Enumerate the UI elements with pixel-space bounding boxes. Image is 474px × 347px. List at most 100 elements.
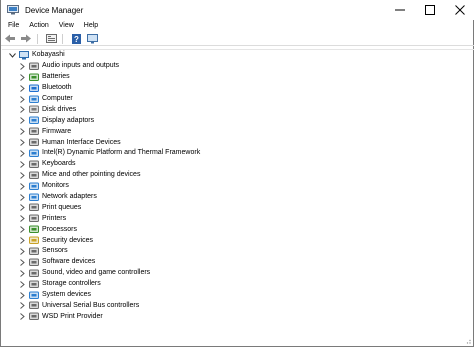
expand-chevron-icon[interactable] [18,215,26,223]
tree-item[interactable]: Processors [2,224,474,235]
help-icon: ? [71,33,81,44]
tree-item[interactable]: Intel(R) Dynamic Platform and Thermal Fr… [2,148,474,159]
expand-chevron-icon[interactable] [18,258,26,266]
expand-chevron-icon[interactable] [18,139,26,147]
tree-item-label: Disk drives [42,105,77,113]
tree-item[interactable]: Print queues [2,202,474,213]
expand-chevron-icon[interactable] [18,226,26,234]
maximize-icon [425,5,435,15]
tree-item[interactable]: Bluetooth [2,83,474,94]
tree-item[interactable]: Storage controllers [2,279,474,290]
tree-item[interactable]: Network adapters [2,192,474,203]
disk-drive-icon [29,105,39,114]
tree-item[interactable]: Computer [2,94,474,105]
tree-item[interactable]: Security devices [2,235,474,246]
tree-item-label: Human Interface Devices [42,138,121,146]
help-button[interactable]: ? [69,33,83,45]
expand-chevron-icon[interactable] [18,204,26,212]
usb-icon [29,301,39,310]
tree-items: Audio inputs and outputs Batteries Bluetoo… [2,61,474,322]
expand-chevron-icon[interactable] [18,237,26,245]
expand-chevron-icon[interactable] [18,269,26,277]
toolbar-separator [62,33,63,44]
expand-chevron-icon[interactable] [18,313,26,321]
tree-item-label: Network adapters [42,193,97,201]
window-controls [385,0,474,20]
expand-chevron-icon[interactable] [18,182,26,190]
back-button[interactable] [3,33,17,45]
tree-item[interactable]: Sensors [2,246,474,257]
expand-chevron-icon[interactable] [18,280,26,288]
tree-item[interactable]: Sound, video and game controllers [2,268,474,279]
display-adapter-icon [29,116,39,125]
tree-root[interactable]: Kobayashi [2,50,474,61]
maximize-button[interactable] [415,0,445,20]
tree-item[interactable]: Mice and other pointing devices [2,170,474,181]
expand-chevron-icon[interactable] [18,149,26,157]
tree-item-label: Monitors [42,182,69,190]
tree-item[interactable]: Monitors [2,181,474,192]
expand-chevron-icon[interactable] [18,247,26,255]
title-bar: Device Manager [1,0,474,20]
device-manager-window: Device Manager File Action View Help ? K… [0,0,474,347]
tree-item[interactable]: Software devices [2,257,474,268]
minimize-button[interactable] [385,0,415,20]
menu-action[interactable]: Action [24,20,53,32]
menu-file[interactable]: File [1,20,24,32]
expand-chevron-icon[interactable] [18,291,26,299]
svg-text:?: ? [74,35,79,44]
hid-icon [29,138,39,147]
properties-button[interactable] [44,33,58,45]
tree-item[interactable]: Keyboards [2,159,474,170]
tree-item[interactable]: Audio inputs and outputs [2,61,474,72]
collapse-chevron-icon[interactable] [8,51,16,59]
back-arrow-icon [5,34,15,43]
tree-item[interactable]: Universal Serial Bus controllers [2,300,474,311]
tree-item-label: Storage controllers [42,280,101,288]
tree-item[interactable]: WSD Print Provider [2,311,474,322]
expand-chevron-icon[interactable] [18,95,26,103]
forward-button[interactable] [19,33,33,45]
print-queue-icon [29,203,39,212]
expand-chevron-icon[interactable] [18,117,26,125]
tree-item[interactable]: Printers [2,213,474,224]
resize-grip[interactable] [463,336,471,344]
tree-item-label: Bluetooth [42,84,72,92]
expand-chevron-icon[interactable] [18,128,26,136]
expand-chevron-icon[interactable] [18,302,26,310]
tree-item[interactable]: Human Interface Devices [2,137,474,148]
tree-item-label: Security devices [42,236,93,244]
tree-item[interactable]: Firmware [2,126,474,137]
device-tree: Kobayashi Audio inputs and outputs Batter… [2,49,474,346]
expand-chevron-icon[interactable] [18,106,26,114]
tree-item[interactable]: System devices [2,290,474,301]
expand-chevron-icon[interactable] [18,171,26,179]
toolbar: ? [1,32,474,46]
menu-help[interactable]: Help [79,20,103,32]
tree-item-label: Batteries [42,73,70,81]
expand-chevron-icon[interactable] [18,73,26,81]
expand-chevron-icon[interactable] [18,84,26,92]
tree-item-label: Printers [42,214,67,222]
speaker-icon [29,62,39,71]
expand-chevron-icon[interactable] [18,193,26,201]
tree-item-label: Intel(R) Dynamic Platform and Thermal Fr… [42,149,201,157]
tree-item-label: Universal Serial Bus controllers [42,301,140,309]
display-button[interactable] [85,33,99,45]
tree-item-label: Processors [42,225,78,233]
keyboard-icon [29,160,39,169]
expand-chevron-icon[interactable] [18,160,26,168]
close-button[interactable] [445,0,474,20]
tree-item[interactable]: Display adaptors [2,115,474,126]
toolbar-separator [37,33,38,44]
sensor-icon [29,247,39,256]
display-icon [86,33,98,43]
expand-chevron-icon[interactable] [18,62,26,70]
processor-icon [29,225,39,234]
chip-icon [29,149,39,158]
tree-item-label: Software devices [42,258,96,266]
tree-item[interactable]: Batteries [2,72,474,83]
tree-root-label: Kobayashi [32,51,65,59]
tree-item[interactable]: Disk drives [2,104,474,115]
menu-view[interactable]: View [54,20,79,32]
